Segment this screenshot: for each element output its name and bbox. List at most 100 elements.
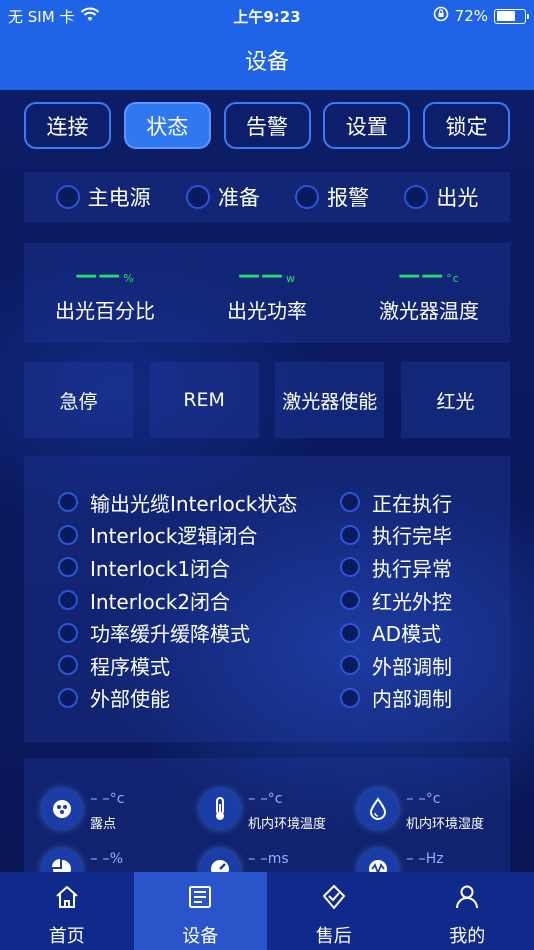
- sensor-dew-point: – –°c 露点: [42, 789, 124, 832]
- status-light: [58, 622, 78, 643]
- list-item: 正在执行: [340, 486, 452, 519]
- tabbar-home[interactable]: 首页: [0, 872, 134, 950]
- sensor-panel: – –°c 露点 – –°c 机内环境温度 – –°c 机内环境湿度 – –% – –…: [24, 758, 510, 872]
- tab-alarm[interactable]: 告警: [223, 102, 311, 149]
- sensor-label: 机内环境温度: [248, 817, 327, 832]
- rem-button[interactable]: REM: [149, 362, 259, 438]
- after-sales-icon: [320, 880, 348, 914]
- tab-label: 状态: [146, 114, 189, 139]
- user-icon: [453, 880, 481, 914]
- sensor-value: – –: [90, 789, 110, 807]
- status-light: [58, 492, 78, 513]
- status-light: [340, 524, 360, 545]
- sensor-label: 露点: [90, 817, 117, 832]
- status-light: [185, 185, 210, 209]
- readout-label: 激光器温度: [379, 298, 479, 323]
- status-light: [340, 622, 360, 643]
- list-item: 内部调制: [340, 682, 452, 715]
- tabbar-after-sales[interactable]: 售后: [267, 872, 401, 950]
- status-label: 功率缓升缓降模式: [90, 622, 250, 647]
- sensor-value: – –: [248, 789, 268, 807]
- readout-value: ——: [238, 262, 284, 288]
- battery-icon: [494, 8, 529, 24]
- status-list-panel: 输出光缆Interlock状态 Interlock逻辑闭合 Interlock1…: [24, 456, 510, 742]
- status-list-left: 输出光缆Interlock状态 Interlock逻辑闭合 Interlock1…: [58, 486, 297, 714]
- tab-lock[interactable]: 锁定: [423, 102, 510, 149]
- sensor-unit: %: [109, 851, 124, 867]
- tabbar-label: 首页: [48, 926, 85, 947]
- tab-label: 锁定: [445, 114, 488, 139]
- readout-label: 出光百分比: [55, 298, 155, 323]
- readout-output-power: —— w 出光功率: [186, 243, 348, 343]
- humidity-icon: [358, 789, 398, 829]
- pie-icon: [42, 849, 82, 872]
- tabbar-mine[interactable]: 我的: [401, 872, 534, 950]
- tab-connect[interactable]: 连接: [24, 102, 111, 149]
- status-light: [58, 687, 78, 708]
- status-light: [340, 590, 360, 611]
- status-light: [58, 524, 78, 545]
- sensor-internal-humidity: – –°c 机内环境湿度: [358, 789, 484, 832]
- sensor-unit: Hz: [425, 851, 444, 867]
- indicator-emission: 出光: [404, 182, 478, 212]
- readout-value: ——: [398, 262, 445, 288]
- tabbar-label: 设备: [182, 926, 219, 947]
- control-buttons: 急停 REM 激光器使能 红光: [24, 362, 510, 438]
- list-item: 输出光缆Interlock状态: [58, 486, 297, 519]
- status-label: 正在执行: [372, 491, 452, 516]
- list-item: Interlock2闭合: [58, 584, 297, 617]
- sensor-value: – –: [406, 849, 426, 867]
- tabbar-device[interactable]: 设备: [133, 872, 267, 950]
- list-item: 执行完毕: [340, 519, 452, 552]
- segment-tabs: 连接 状态 告警 设置 锁定: [24, 102, 510, 150]
- list-item: 外部使能: [58, 682, 297, 715]
- status-list-right: 正在执行 执行完毕 执行异常 红光外控 AD模式 外部调制 内部调制: [340, 486, 452, 714]
- indicator-ready: 准备: [185, 182, 260, 212]
- status-label: 外部使能: [90, 687, 170, 712]
- indicator-label: 报警: [327, 186, 370, 210]
- status-label: AD模式: [372, 622, 442, 647]
- status-label: 执行完毕: [372, 524, 452, 549]
- main-indicators: 主电源 准备 报警 出光: [24, 172, 510, 222]
- bottom-tab-bar: 首页 设备 售后 我的: [0, 872, 534, 950]
- sensor-label: 机内环境湿度: [406, 817, 485, 832]
- status-light: [340, 557, 360, 578]
- indicator-label: 主电源: [87, 186, 151, 210]
- red-light-button[interactable]: 红光: [400, 362, 510, 438]
- device-list-icon: [186, 880, 214, 914]
- thermometer-icon: [200, 789, 240, 829]
- sensor-frequency: – –Hz: [358, 849, 444, 872]
- sensor-internal-temperature: – –°c 机内环境温度: [200, 789, 326, 832]
- readout-value: ——: [75, 262, 122, 288]
- tabbar-label: 我的: [449, 926, 486, 947]
- status-label: 红光外控: [372, 589, 452, 614]
- readout-unit: °c: [446, 271, 460, 285]
- tab-status[interactable]: 状态: [123, 102, 211, 149]
- indicator-main-power: 主电源: [55, 182, 151, 212]
- status-label: 程序模式: [90, 654, 170, 679]
- sensor-unit: °c: [109, 791, 125, 807]
- readout-unit: w: [286, 271, 296, 285]
- emergency-stop-button[interactable]: 急停: [24, 362, 133, 438]
- status-label: Interlock2闭合: [90, 589, 231, 614]
- status-light: [55, 185, 80, 209]
- status-label: 输出光缆Interlock状态: [90, 491, 298, 516]
- tabbar-label: 售后: [315, 926, 352, 947]
- home-icon: [53, 880, 81, 914]
- laser-enable-button[interactable]: 激光器使能: [275, 362, 385, 438]
- status-bar: 无 SIM 卡 上午9:23 72%: [0, 0, 534, 30]
- status-label: Interlock逻辑闭合: [90, 524, 258, 549]
- status-light: [295, 185, 320, 209]
- status-bar-right: 72%: [433, 6, 529, 26]
- status-light: [340, 687, 360, 708]
- tab-settings[interactable]: 设置: [323, 102, 411, 149]
- indicator-label: 准备: [217, 186, 260, 210]
- status-light: [58, 557, 78, 578]
- indicator-alarm: 报警: [295, 182, 369, 212]
- status-label: 外部调制: [372, 654, 452, 679]
- laser-readouts: ——% 出光百分比 —— w 出光功率 —— °c 激光器温度: [24, 243, 510, 343]
- sensor-ms: – –ms: [200, 849, 289, 872]
- sensor-unit: °c: [267, 791, 283, 807]
- sensor-percent: – –%: [42, 849, 123, 872]
- readout-label: 出光功率: [227, 298, 307, 323]
